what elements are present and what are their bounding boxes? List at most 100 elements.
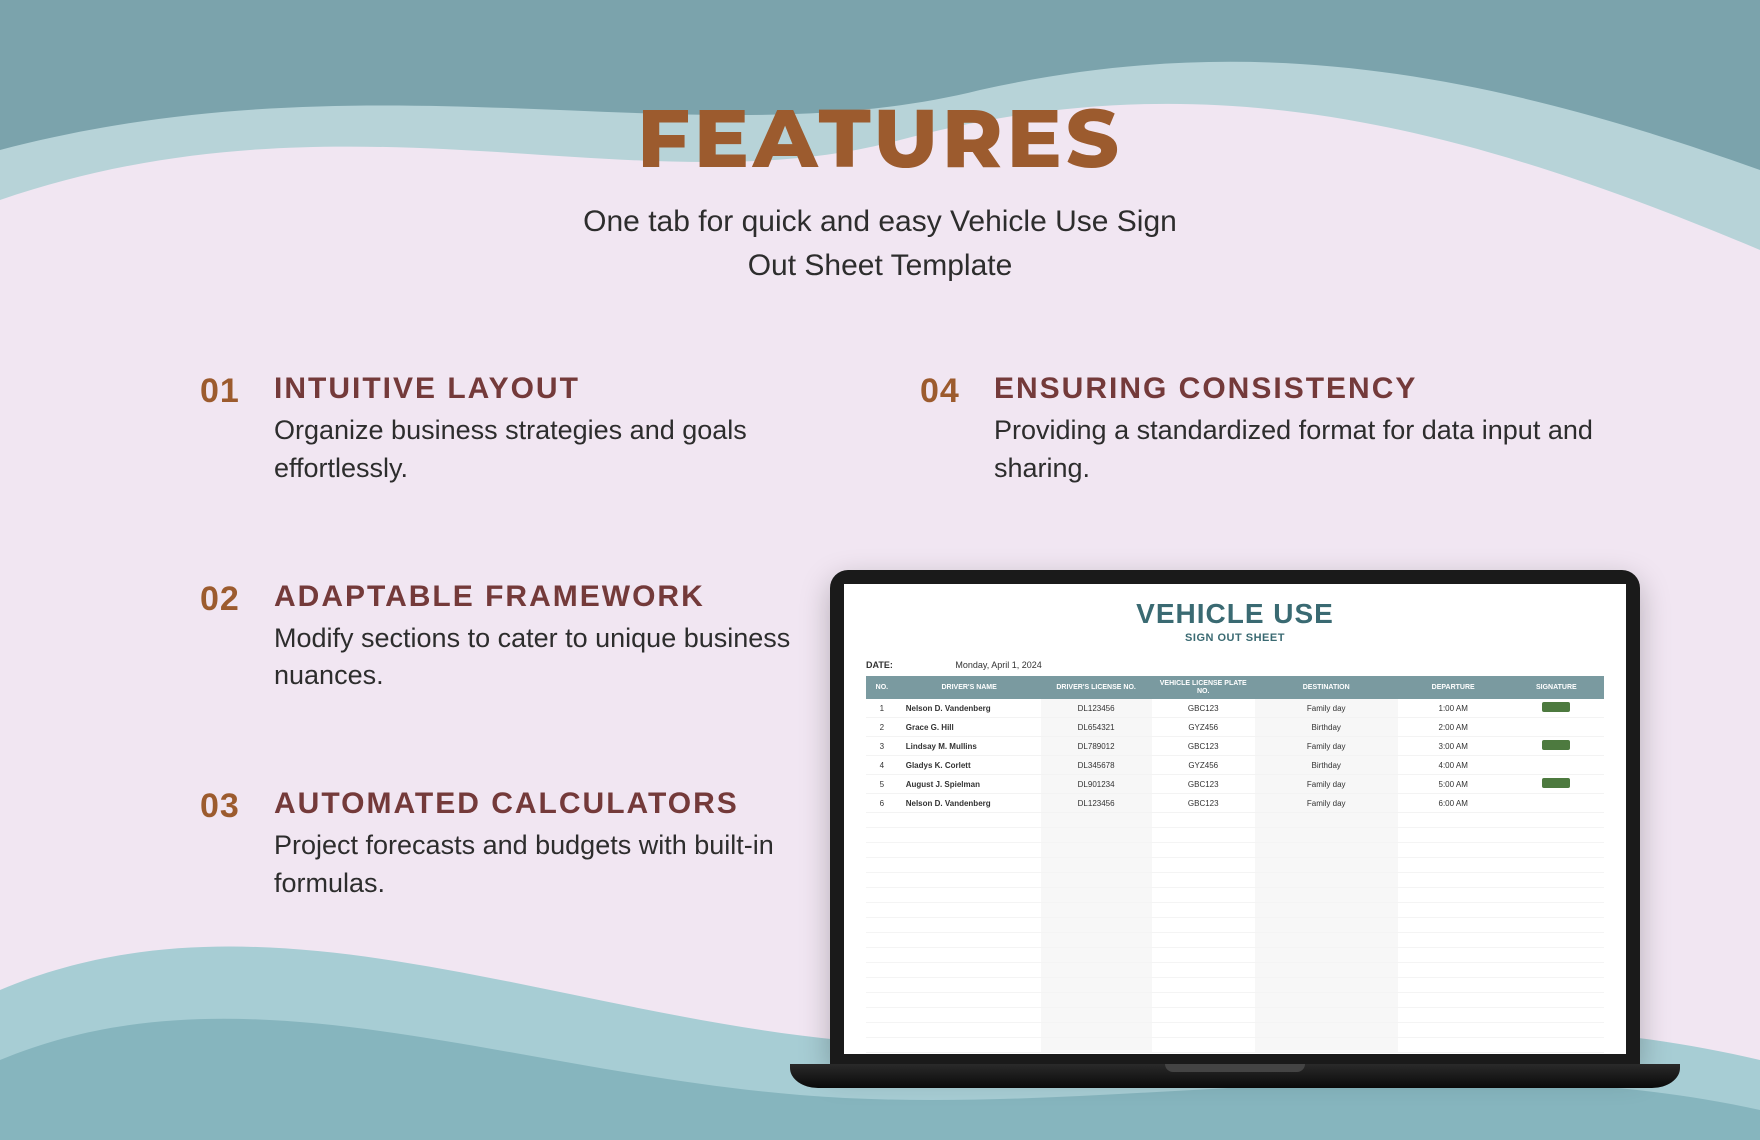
sheet-date-row: DATE: Monday, April 1, 2024 [866, 658, 1604, 676]
cell-departure: 5:00 AM [1398, 775, 1509, 794]
table-row: 1Nelson D. VandenbergDL123456GBC123Famil… [866, 699, 1604, 718]
signature-mark [1542, 740, 1570, 750]
signature-mark [1542, 721, 1570, 731]
table-row: 2Grace G. HillDL654321GYZ456Birthday2:00… [866, 718, 1604, 737]
feature-title: ENSURING CONSISTENCY [994, 372, 1600, 406]
signature-mark [1542, 778, 1570, 788]
cell-plate: GYZ456 [1152, 756, 1255, 775]
cell-no: 1 [866, 699, 898, 718]
cell-destination: Family day [1255, 794, 1398, 813]
laptop-screen-bezel: VEHICLE USE SIGN OUT SHEET DATE: Monday,… [830, 570, 1640, 1064]
cell-name: August J. Spielman [898, 775, 1041, 794]
cell-destination: Family day [1255, 699, 1398, 718]
feature-number: 02 [200, 580, 254, 696]
table-row-empty [866, 963, 1604, 978]
table-row-empty [866, 933, 1604, 948]
table-row-empty [866, 993, 1604, 1008]
sheet-subtitle: SIGN OUT SHEET [866, 632, 1604, 644]
cell-no: 5 [866, 775, 898, 794]
cell-signature [1509, 794, 1604, 813]
feature-number: 03 [200, 787, 254, 903]
cell-license: DL123456 [1041, 794, 1152, 813]
cell-license: DL901234 [1041, 775, 1152, 794]
feature-number: 01 [200, 372, 254, 488]
cell-plate: GBC123 [1152, 737, 1255, 756]
cell-no: 6 [866, 794, 898, 813]
table-row: 3Lindsay M. MullinsDL789012GBC123Family … [866, 737, 1604, 756]
page-subtitle: One tab for quick and easy Vehicle Use S… [0, 200, 1760, 287]
col-departure: DEPARTURE [1398, 676, 1509, 699]
cell-name: Lindsay M. Mullins [898, 737, 1041, 756]
table-row-empty [866, 918, 1604, 933]
cell-plate: GYZ456 [1152, 718, 1255, 737]
table-row-empty [866, 828, 1604, 843]
col-license: DRIVER'S LICENSE NO. [1041, 676, 1152, 699]
spreadsheet-preview: VEHICLE USE SIGN OUT SHEET DATE: Monday,… [844, 584, 1626, 1054]
table-row: 5August J. SpielmanDL901234GBC123Family … [866, 775, 1604, 794]
date-label: DATE: [866, 660, 893, 670]
signout-table: NO. DRIVER'S NAME DRIVER'S LICENSE NO. V… [866, 676, 1604, 1053]
cell-license: DL123456 [1041, 699, 1152, 718]
feature-desc: Modify sections to cater to unique busin… [274, 620, 794, 696]
page-title: FEATURES [0, 0, 1760, 188]
feature-desc: Providing a standardized format for data… [994, 412, 1600, 488]
feature-desc: Project forecasts and budgets with built… [274, 827, 794, 903]
table-row: 6Nelson D. VandenbergDL123456GBC123Famil… [866, 794, 1604, 813]
table-header-row: NO. DRIVER'S NAME DRIVER'S LICENSE NO. V… [866, 676, 1604, 699]
cell-signature [1509, 718, 1604, 737]
table-row-empty [866, 813, 1604, 828]
cell-name: Grace G. Hill [898, 718, 1041, 737]
laptop-base [790, 1064, 1680, 1088]
laptop-mockup: VEHICLE USE SIGN OUT SHEET DATE: Monday,… [830, 570, 1640, 1088]
table-row-empty [866, 843, 1604, 858]
cell-name: Nelson D. Vandenberg [898, 699, 1041, 718]
cell-no: 2 [866, 718, 898, 737]
sheet-title: VEHICLE USE [866, 598, 1604, 630]
feature-desc: Organize business strategies and goals e… [274, 412, 794, 488]
cell-destination: Family day [1255, 737, 1398, 756]
cell-no: 4 [866, 756, 898, 775]
cell-signature [1509, 737, 1604, 756]
table-row-empty [866, 948, 1604, 963]
cell-signature [1509, 775, 1604, 794]
feature-title: INTUITIVE LAYOUT [274, 372, 794, 406]
table-row-empty [866, 1038, 1604, 1053]
cell-license: DL789012 [1041, 737, 1152, 756]
cell-departure: 2:00 AM [1398, 718, 1509, 737]
table-row-empty [866, 1023, 1604, 1038]
cell-destination: Birthday [1255, 718, 1398, 737]
cell-departure: 6:00 AM [1398, 794, 1509, 813]
table-row-empty [866, 873, 1604, 888]
feature-number: 04 [920, 372, 974, 488]
cell-name: Nelson D. Vandenberg [898, 794, 1041, 813]
col-destination: DESTINATION [1255, 676, 1398, 699]
date-value: Monday, April 1, 2024 [955, 660, 1041, 670]
table-row: 4Gladys K. CorlettDL345678GYZ456Birthday… [866, 756, 1604, 775]
cell-plate: GBC123 [1152, 794, 1255, 813]
cell-no: 3 [866, 737, 898, 756]
cell-departure: 1:00 AM [1398, 699, 1509, 718]
col-signature: SIGNATURE [1509, 676, 1604, 699]
cell-signature [1509, 756, 1604, 775]
signature-mark [1542, 702, 1570, 712]
table-row-empty [866, 978, 1604, 993]
feature-title: AUTOMATED CALCULATORS [274, 787, 794, 821]
cell-license: DL654321 [1041, 718, 1152, 737]
cell-plate: GBC123 [1152, 699, 1255, 718]
signature-mark [1542, 759, 1570, 769]
cell-license: DL345678 [1041, 756, 1152, 775]
col-name: DRIVER'S NAME [898, 676, 1041, 699]
cell-destination: Birthday [1255, 756, 1398, 775]
cell-signature [1509, 699, 1604, 718]
cell-departure: 3:00 AM [1398, 737, 1509, 756]
table-row-empty [866, 1008, 1604, 1023]
cell-departure: 4:00 AM [1398, 756, 1509, 775]
cell-destination: Family day [1255, 775, 1398, 794]
table-row-empty [866, 858, 1604, 873]
signature-mark [1542, 797, 1570, 807]
cell-name: Gladys K. Corlett [898, 756, 1041, 775]
feature-04: 04 ENSURING CONSISTENCY Providing a stan… [920, 372, 1600, 488]
col-plate: VEHICLE LICENSE PLATE NO. [1152, 676, 1255, 699]
col-no: NO. [866, 676, 898, 699]
subtitle-line1: One tab for quick and easy Vehicle Use S… [583, 205, 1177, 238]
